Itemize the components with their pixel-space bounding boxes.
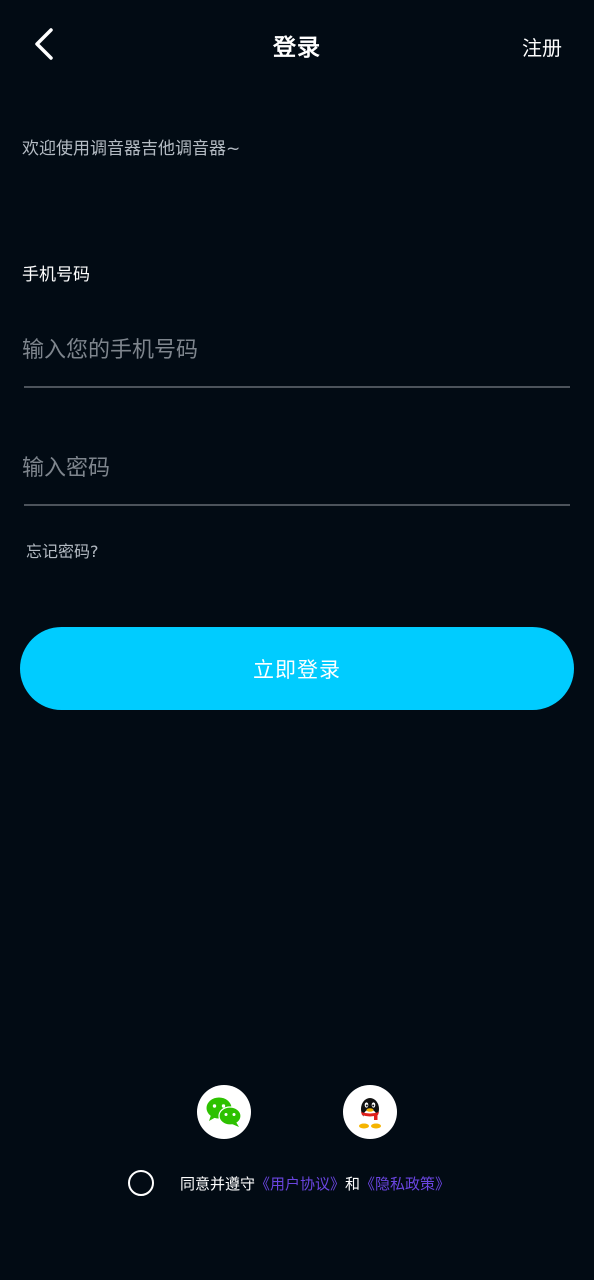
wechat-icon	[206, 1097, 242, 1127]
user-agreement-link[interactable]: 《用户协议》	[255, 1173, 345, 1194]
password-input[interactable]	[22, 446, 562, 490]
login-screen: 登录 注册 欢迎使用调音器吉他调音器~ 手机号码 忘记密码? 立即登录	[0, 0, 594, 1280]
page-title: 登录	[273, 35, 321, 61]
qq-icon	[359, 1098, 381, 1129]
agreement-row: 同意并遵守 《用户协议》 和 《隐私政策》	[128, 1169, 450, 1197]
agreement-prefix: 同意并遵守	[180, 1174, 256, 1193]
welcome-text: 欢迎使用调音器吉他调音器~	[22, 139, 241, 159]
header: 登录 注册	[0, 0, 594, 92]
privacy-policy-link[interactable]: 《隐私政策》	[360, 1173, 450, 1194]
forgot-password-link[interactable]: 忘记密码?	[26, 538, 99, 562]
phone-input[interactable]	[22, 328, 562, 372]
register-link[interactable]: 注册	[522, 32, 562, 61]
password-field	[22, 438, 570, 506]
wechat-login-button[interactable]	[197, 1085, 251, 1139]
agreement-checkbox[interactable]	[128, 1170, 154, 1196]
agreement-conjunction: 和	[345, 1174, 361, 1193]
qq-login-button[interactable]	[343, 1085, 397, 1139]
login-button[interactable]: 立即登录	[20, 627, 574, 710]
phone-field	[22, 320, 570, 388]
phone-label: 手机号码	[22, 265, 90, 285]
